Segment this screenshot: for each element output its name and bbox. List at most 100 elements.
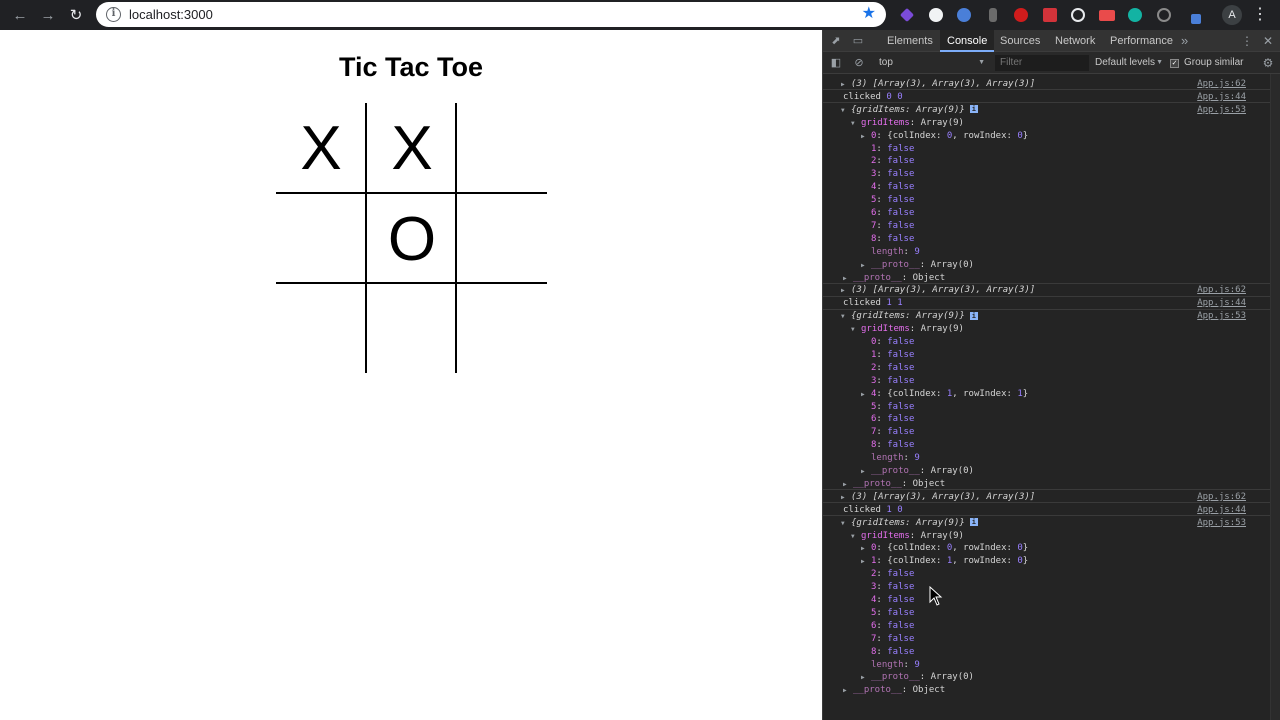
group-similar-toggle[interactable]: ✓ Group similar (1170, 55, 1243, 71)
grid-object-line[interactable]: ▼ {gridItems: Array(9)} i App.js:53 (823, 517, 1270, 530)
console-text: 6: false (871, 620, 915, 631)
expanded-triangle-icon[interactable]: ▼ (851, 117, 859, 130)
extension-gift-icon[interactable] (1039, 4, 1061, 26)
grid-items-line[interactable]: ▼ gridItems: Array(9) (823, 530, 1270, 543)
arrow-right-icon: → (40, 6, 56, 24)
tab-elements[interactable]: Elements (880, 30, 940, 52)
profile-avatar[interactable]: A (1222, 5, 1242, 25)
more-menu-icon[interactable]: ⋮ (1252, 5, 1268, 25)
grid-item-line[interactable]: ▶ 4: {colIndex: 1, rowIndex: 1} (823, 388, 1270, 401)
grid-item-line: 7: false (823, 633, 1270, 646)
grid-items-line[interactable]: ▼ gridItems: Array(9) (823, 323, 1270, 336)
reload-icon: ↻ (69, 7, 83, 24)
address-bar[interactable]: i localhost:3000 ★ (96, 2, 886, 27)
board-cell[interactable]: X (276, 103, 366, 193)
grid-object-line[interactable]: ▼ {gridItems: Array(9)} i App.js:53 (823, 310, 1270, 323)
grid-items-line[interactable]: ▼ gridItems: Array(9) (823, 117, 1270, 130)
console-text: {gridItems: Array(9)} i (851, 311, 978, 322)
sidebar-toggle-icon[interactable]: ◧ (829, 56, 843, 70)
proto-line[interactable]: ▶ __proto__: Array(0) (823, 671, 1270, 684)
expanded-triangle-icon[interactable]: ▼ (841, 310, 849, 323)
collapsed-triangle-icon[interactable]: ▶ (843, 684, 851, 697)
extension-target-icon[interactable] (1067, 4, 1089, 26)
collapsed-triangle-icon[interactable]: ▶ (861, 388, 869, 401)
devtools-menu-icon[interactable]: ⋮ (1240, 34, 1254, 48)
extension-play-icon[interactable] (1096, 4, 1118, 26)
console-text: 6: false (871, 414, 915, 425)
tab-performance[interactable]: Performance (1103, 30, 1180, 52)
device-toolbar-icon[interactable]: ▭ (851, 34, 865, 48)
grid-item-line: 5: false (823, 194, 1270, 207)
board-cell[interactable] (457, 103, 547, 193)
expanded-triangle-icon[interactable]: ▼ (851, 323, 859, 336)
filter-input[interactable] (995, 55, 1089, 71)
collapsed-triangle-icon[interactable]: ▶ (861, 259, 869, 272)
proto-line[interactable]: ▶ __proto__: Array(0) (823, 259, 1270, 272)
console-scrollbar[interactable] (1270, 74, 1280, 720)
board-cell[interactable] (367, 284, 457, 374)
grid-object-line[interactable]: ▼ {gridItems: Array(9)} i App.js:53 (823, 104, 1270, 117)
console-text: 5: false (871, 401, 915, 412)
expanded-triangle-icon[interactable]: ▼ (841, 517, 849, 530)
log-levels-dropdown[interactable]: Default levels ▼ (1095, 55, 1163, 71)
collapsed-triangle-icon[interactable]: ▶ (861, 130, 869, 143)
collapsed-triangle-icon[interactable]: ▶ (861, 542, 869, 555)
length-line: length: 9 (823, 659, 1270, 672)
proto-line[interactable]: ▶ __proto__: Object (823, 684, 1270, 697)
context-selector[interactable]: top ▼ (879, 55, 985, 71)
extension-circle-icon[interactable] (925, 4, 947, 26)
forward-button[interactable]: → (34, 1, 62, 29)
console-text: gridItems: Array(9) (861, 117, 964, 128)
collapsed-triangle-icon[interactable]: ▶ (861, 555, 869, 568)
url-text[interactable]: localhost:3000 (129, 7, 213, 22)
extension-record-icon[interactable] (1010, 4, 1032, 26)
console-text: 1: {colIndex: 1, rowIndex: 0} (871, 556, 1029, 567)
console-text: __proto__: Object (853, 685, 946, 696)
clear-console-icon[interactable]: ⊘ (852, 56, 866, 70)
more-tabs-button[interactable]: » (1181, 30, 1188, 52)
extension-edit-icon[interactable] (1181, 4, 1203, 26)
extension-pen-icon[interactable] (896, 4, 918, 26)
extension-ring-icon[interactable] (1153, 4, 1175, 26)
grid-item-line[interactable]: ▶ 0: {colIndex: 0, rowIndex: 0} (823, 130, 1270, 143)
board-cell[interactable] (276, 284, 366, 374)
inspect-element-icon[interactable]: ⬈ (829, 34, 843, 48)
mouse-cursor-icon (929, 586, 943, 606)
board-cell[interactable] (276, 194, 366, 284)
collapsed-triangle-icon[interactable]: ▶ (861, 465, 869, 478)
close-icon[interactable]: ✕ (1261, 34, 1275, 48)
tab-network[interactable]: Network (1048, 30, 1102, 52)
console-text: {gridItems: Array(9)} i (851, 517, 978, 528)
console-text: __proto__: Array(0) (871, 672, 974, 683)
collapsed-triangle-icon[interactable]: ▶ (861, 671, 869, 684)
expanded-triangle-icon[interactable]: ▼ (841, 104, 849, 117)
gear-icon[interactable]: ⚙ (1261, 55, 1275, 71)
board-cell[interactable] (457, 194, 547, 284)
info-icon[interactable]: i (106, 7, 121, 22)
console-toolbar: ◧ ⊘ top ▼ Default levels ▼ ✓ Group simil… (823, 52, 1280, 74)
grid-item-line: 2: false (823, 155, 1270, 168)
reload-button[interactable]: ↻ (62, 1, 90, 29)
star-icon[interactable]: ★ (862, 5, 876, 23)
source-link[interactable]: App.js:53 (1197, 104, 1246, 117)
console-text: 1: false (871, 349, 915, 360)
back-button[interactable]: ← (6, 1, 34, 29)
tab-console[interactable]: Console (940, 30, 995, 52)
extension-bottle-icon[interactable] (982, 4, 1004, 26)
source-link[interactable]: App.js:53 (1197, 517, 1246, 530)
tab-sources[interactable]: Sources (993, 30, 1047, 52)
board-cell[interactable] (457, 284, 547, 374)
grid-line (365, 103, 367, 373)
devtools-panel: ⬈ ▭ Elements Console Sources Network Per… (822, 30, 1280, 720)
expanded-triangle-icon[interactable]: ▼ (851, 530, 859, 543)
source-link[interactable]: App.js:53 (1197, 310, 1246, 323)
board-cell[interactable]: O (367, 194, 457, 284)
grid-item-line[interactable]: ▶ 1: {colIndex: 1, rowIndex: 0} (823, 555, 1270, 568)
extension-globe-icon[interactable] (953, 4, 975, 26)
board-cell[interactable]: X (367, 103, 457, 193)
proto-line[interactable]: ▶ __proto__: Array(0) (823, 465, 1270, 478)
grid-item-line[interactable]: ▶ 0: {colIndex: 0, rowIndex: 0} (823, 542, 1270, 555)
extension-teal-icon[interactable] (1124, 4, 1146, 26)
arrow-left-icon: ← (12, 6, 28, 24)
console-text: 0: {colIndex: 0, rowIndex: 0} (871, 543, 1029, 554)
